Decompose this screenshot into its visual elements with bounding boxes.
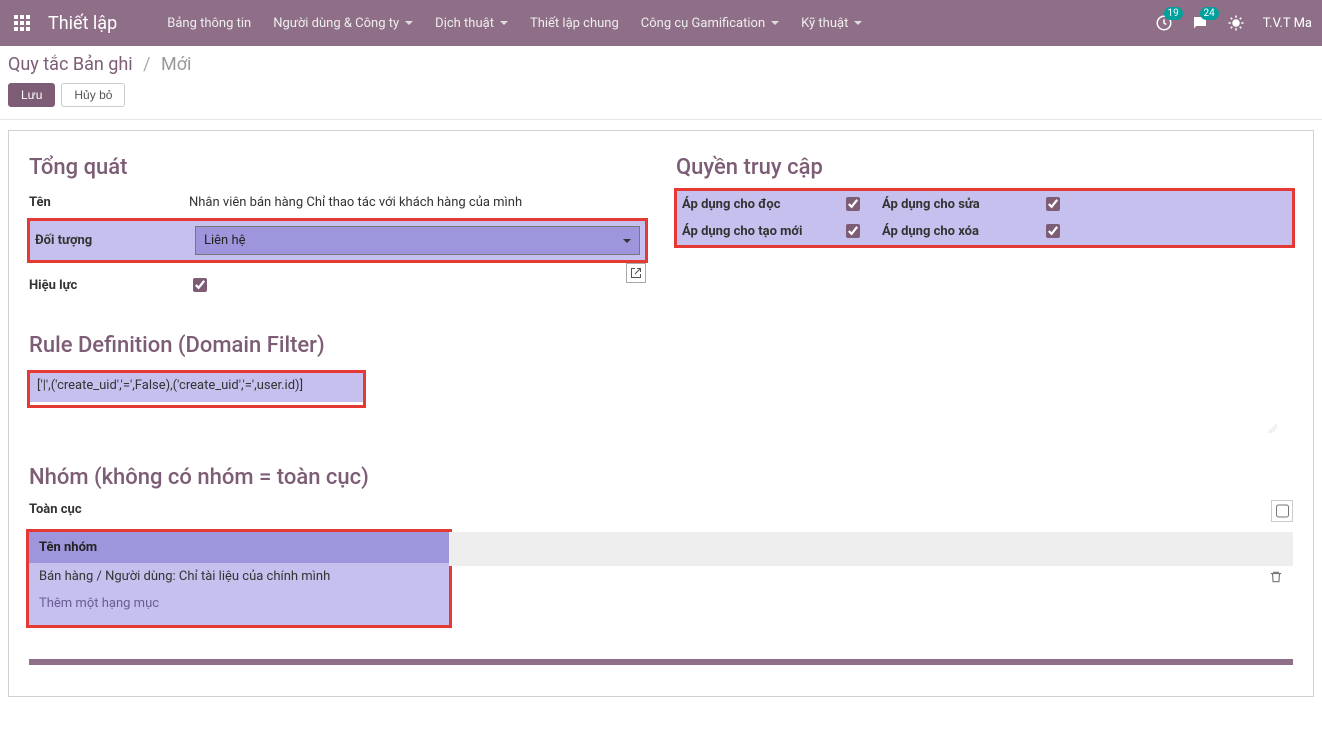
menu-technical[interactable]: Kỹ thuật bbox=[791, 8, 872, 39]
chevron-down-icon bbox=[500, 21, 508, 25]
group-row-0[interactable]: Bán hàng / Người dùng: Chỉ tài liệu của … bbox=[29, 563, 449, 590]
debug-icon[interactable] bbox=[1227, 14, 1245, 32]
group-column-header: Tên nhóm bbox=[29, 532, 449, 563]
groups-heading: Nhóm (không có nhóm = toàn cục) bbox=[29, 465, 1293, 490]
topbar: Thiết lập Bảng thông tin Người dùng & Cô… bbox=[0, 0, 1322, 46]
global-label: Toàn cục bbox=[29, 502, 82, 517]
section-divider bbox=[29, 659, 1293, 665]
messages-icon[interactable]: 24 bbox=[1191, 14, 1209, 32]
breadcrumb-current: Mới bbox=[161, 54, 191, 75]
nav-menu: Bảng thông tin Người dùng & Công ty Dịch… bbox=[157, 8, 1155, 39]
app-brand: Thiết lập bbox=[48, 13, 117, 34]
discard-button[interactable]: Hủy bỏ bbox=[61, 83, 125, 107]
menu-gamification[interactable]: Công cụ Gamification bbox=[631, 8, 789, 39]
object-select-value: Liên hệ bbox=[204, 233, 246, 248]
save-button[interactable]: Lưu bbox=[8, 83, 55, 107]
menu-users-companies[interactable]: Người dùng & Công ty bbox=[263, 8, 423, 39]
app-switcher-icon[interactable] bbox=[14, 15, 30, 31]
access-heading: Quyền truy cập bbox=[676, 155, 1293, 180]
domain-highlight bbox=[29, 372, 364, 406]
active-checkbox[interactable] bbox=[193, 278, 207, 292]
general-heading: Tổng quát bbox=[29, 155, 646, 180]
global-checkbox[interactable] bbox=[1276, 504, 1289, 518]
object-row-highlight: Đối tượng Liên hệ bbox=[29, 220, 646, 261]
general-section: Tổng quát Tên Nhân viên bán hàng Chỉ tha… bbox=[29, 155, 646, 303]
chevron-down-icon bbox=[405, 21, 413, 25]
activity-icon[interactable]: 19 bbox=[1155, 14, 1173, 32]
form-sheet: Tổng quát Tên Nhân viên bán hàng Chỉ tha… bbox=[8, 130, 1314, 697]
perm-write-checkbox[interactable] bbox=[1046, 197, 1060, 211]
chevron-down-icon bbox=[771, 21, 779, 25]
perm-write-label: Áp dụng cho sửa bbox=[882, 197, 1042, 212]
perm-create-label: Áp dụng cho tạo mới bbox=[682, 224, 842, 239]
name-value[interactable]: Nhân viên bán hàng Chỉ thao tác với khác… bbox=[189, 195, 522, 210]
chevron-down-icon bbox=[854, 21, 862, 25]
breadcrumb: Quy tắc Bản ghi / Mới bbox=[8, 54, 1314, 75]
chevron-down-icon bbox=[623, 239, 631, 243]
menu-dashboard[interactable]: Bảng thông tin bbox=[157, 8, 261, 39]
domain-textarea[interactable] bbox=[29, 372, 364, 402]
group-row-0-label: Bán hàng / Người dùng: Chỉ tài liệu của … bbox=[39, 569, 330, 584]
access-section: Quyền truy cập Áp dụng cho đọc Áp dụng c… bbox=[676, 155, 1293, 303]
trash-icon[interactable] bbox=[1269, 570, 1283, 588]
domain-resize-handle[interactable] bbox=[29, 405, 1279, 435]
menu-general-settings[interactable]: Thiết lập chung bbox=[520, 8, 629, 39]
global-checkbox-wrap bbox=[1271, 500, 1293, 522]
group-table-header-row: Tên nhóm Bán hàng / Người dùng: Chỉ tài … bbox=[29, 532, 1293, 625]
active-label: Hiệu lực bbox=[29, 278, 189, 293]
perm-read-label: Áp dụng cho đọc bbox=[682, 197, 842, 212]
rule-heading: Rule Definition (Domain Filter) bbox=[29, 333, 1293, 358]
group-add-row[interactable]: Thêm một hạng mục bbox=[29, 590, 449, 625]
menu-translation[interactable]: Dịch thuật bbox=[425, 8, 518, 39]
group-table-highlight: Tên nhóm Bán hàng / Người dùng: Chỉ tài … bbox=[29, 532, 449, 625]
activity-badge: 19 bbox=[1164, 7, 1183, 20]
breadcrumb-separator: / bbox=[143, 54, 150, 75]
access-rights-highlight: Áp dụng cho đọc Áp dụng cho sửa Áp dụng … bbox=[676, 190, 1293, 246]
perm-delete-label: Áp dụng cho xóa bbox=[882, 224, 1042, 239]
control-panel: Quy tắc Bản ghi / Mới Lưu Hủy bỏ bbox=[0, 46, 1322, 120]
topbar-right: 19 24 T.V.T Ma bbox=[1155, 14, 1314, 32]
object-label: Đối tượng bbox=[35, 233, 195, 248]
perm-read-checkbox[interactable] bbox=[846, 197, 860, 211]
name-label: Tên bbox=[29, 195, 189, 210]
perm-create-checkbox[interactable] bbox=[846, 224, 860, 238]
group-add-label: Thêm một hạng mục bbox=[39, 596, 159, 611]
perm-delete-checkbox[interactable] bbox=[1046, 224, 1060, 238]
breadcrumb-root[interactable]: Quy tắc Bản ghi bbox=[8, 54, 133, 75]
object-select[interactable]: Liên hệ bbox=[195, 226, 640, 255]
user-menu[interactable]: T.V.T Ma bbox=[1263, 16, 1312, 31]
messages-badge: 24 bbox=[1200, 7, 1219, 20]
